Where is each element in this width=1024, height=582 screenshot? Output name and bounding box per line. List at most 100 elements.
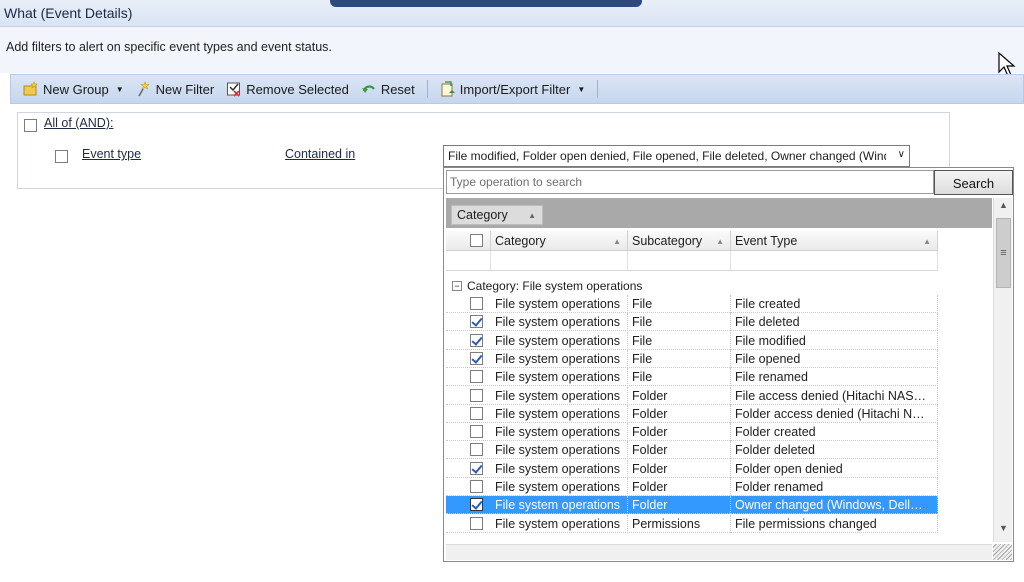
sort-ascending-icon: ▲ — [528, 211, 536, 220]
cell-category: File system operations — [491, 496, 628, 515]
row-checkbox-wrap — [470, 425, 483, 441]
row-checkbox[interactable] — [470, 388, 483, 402]
row-checkbox[interactable] — [470, 461, 483, 475]
cell-subcategory: Folder — [628, 423, 731, 442]
table-row[interactable]: File system operations Folder Folder acces… — [446, 404, 938, 423]
cell-subcategory: Permissions — [628, 514, 731, 533]
cell-event-type: File modified — [731, 331, 938, 350]
row-checkbox[interactable] — [470, 297, 483, 310]
column-header-event-type[interactable]: Event Type ▲ — [731, 231, 938, 251]
cell-event-type: Owner changed (Windows, Dell… — [731, 496, 938, 515]
new-group-dropdown-icon[interactable]: ▼ — [116, 85, 124, 94]
row-checkbox[interactable] — [470, 480, 483, 493]
remove-selected-button[interactable]: Remove Selected — [220, 78, 355, 100]
table-row[interactable]: File system operations Folder Folder renam… — [446, 478, 938, 496]
cell-event-type: Folder access denied (Hitachi N… — [731, 404, 938, 423]
table-row[interactable]: File system operations File File created — [446, 295, 938, 313]
filter-cell-event-type[interactable] — [731, 251, 938, 271]
grid-header-row: Category ▲ Subcategory ▲ Event Type ▲ — [446, 231, 938, 251]
row-checkbox[interactable] — [470, 351, 483, 365]
cell-category: File system operations — [491, 295, 628, 313]
remove-selected-label: Remove Selected — [246, 81, 349, 97]
row-checkbox[interactable] — [470, 425, 483, 439]
row-checkbox[interactable] — [470, 333, 483, 347]
resize-grip-icon[interactable] — [993, 544, 1012, 560]
header-select-all-cell — [446, 231, 491, 251]
reset-button[interactable]: Reset — [355, 78, 421, 100]
row-checkbox[interactable] — [470, 315, 483, 329]
reset-label: Reset — [380, 81, 415, 97]
import-export-label: Import/Export Filter — [459, 81, 571, 97]
vertical-scrollbar[interactable]: ▲ ≡ ▼ — [993, 198, 1012, 542]
category-group-row[interactable]: − Category: File system operations — [446, 277, 938, 295]
row-checkbox[interactable] — [470, 406, 483, 420]
table-row[interactable]: File system operations File File modified — [446, 331, 938, 350]
import-export-filter-button[interactable]: Import/Export Filter ▼ — [434, 78, 591, 100]
cell-category: File system operations — [491, 368, 628, 387]
event-type-field-link[interactable]: Event type — [82, 147, 141, 161]
group-by-chip-label: Category — [457, 208, 508, 222]
horizontal-scrollbar[interactable] — [446, 544, 992, 560]
search-button[interactable]: Search — [934, 170, 1013, 195]
cell-subcategory: File — [628, 368, 731, 387]
event-type-checkbox[interactable] — [55, 150, 68, 163]
category-group-label: Category: File system operations — [467, 279, 643, 293]
table-row[interactable]: File system operations Folder File access … — [446, 386, 938, 405]
table-row[interactable]: File system operations Folder Folder open … — [446, 459, 938, 478]
select-all-checkbox[interactable] — [470, 234, 483, 247]
table-row[interactable]: File system operations Folder Folder creat… — [446, 423, 938, 442]
top-window-strip — [330, 0, 642, 7]
reset-arrow-icon — [361, 81, 377, 97]
grid-filter-row[interactable] — [446, 251, 938, 271]
table-row[interactable]: File system operations Folder Owner change… — [446, 496, 938, 515]
event-details-window: What (Event Details) Add filters to aler… — [0, 0, 1024, 582]
cell-event-type: File access denied (Hitachi NAS… — [731, 386, 938, 405]
table-row[interactable]: File system operations Permissions File pe… — [446, 514, 938, 533]
row-checkbox-wrap — [470, 516, 483, 533]
event-type-dropdown-popup: Type operation to search Search Category… — [443, 167, 1014, 562]
description-text: Add filters to alert on specific event t… — [6, 40, 332, 54]
scroll-thumb[interactable]: ≡ — [996, 218, 1011, 288]
column-header-event-type-label: Event Type — [735, 234, 798, 248]
event-type-value-combo[interactable]: File modified, Folder open denied, File … — [443, 145, 910, 167]
cell-subcategory: File — [628, 331, 731, 350]
column-header-subcategory[interactable]: Subcategory ▲ — [628, 231, 731, 251]
new-group-label: New Group — [43, 81, 109, 97]
table-row[interactable]: File system operations File File renamed — [446, 368, 938, 387]
contained-in-operator-link[interactable]: Contained in — [285, 147, 355, 161]
row-checkbox[interactable] — [470, 516, 483, 530]
all-of-and-checkbox[interactable] — [24, 119, 37, 132]
cell-subcategory: Folder — [628, 441, 731, 460]
event-type-value-text: File modified, Folder open denied, File … — [448, 149, 886, 163]
event-type-grid: Category ▲ Category ▲ Subcategory ▲ Even… — [446, 198, 992, 558]
filter-cell-category[interactable] — [491, 251, 628, 271]
scroll-down-icon[interactable]: ▼ — [994, 523, 1013, 540]
column-header-category[interactable]: Category ▲ — [491, 231, 628, 251]
operation-search-input[interactable]: Type operation to search — [446, 170, 934, 194]
combo-chevron-down-icon[interactable]: ∨ — [898, 149, 905, 160]
new-group-button[interactable]: New Group ▼ — [17, 78, 130, 100]
cell-event-type: File opened — [731, 349, 938, 368]
all-of-and-group-link[interactable]: All of (AND): — [44, 116, 113, 130]
row-checkbox[interactable] — [470, 443, 483, 457]
filter-cell-subcategory[interactable] — [628, 251, 731, 271]
row-checkbox[interactable] — [470, 370, 483, 384]
row-checkbox-wrap — [470, 388, 483, 405]
import-export-dropdown-icon[interactable]: ▼ — [577, 85, 585, 94]
subcategory-sort-icon: ▲ — [716, 237, 724, 246]
table-row[interactable]: File system operations File File deleted — [446, 313, 938, 332]
scroll-up-icon[interactable]: ▲ — [994, 200, 1013, 217]
group-by-category-chip[interactable]: Category ▲ — [451, 205, 543, 225]
row-checkbox[interactable] — [470, 498, 483, 512]
cell-subcategory: File — [628, 295, 731, 313]
table-row[interactable]: File system operations File File opened — [446, 349, 938, 368]
category-sort-icon: ▲ — [613, 237, 621, 246]
row-checkbox-wrap — [470, 461, 483, 478]
new-filter-button[interactable]: New Filter — [130, 78, 221, 100]
collapse-group-icon[interactable]: − — [452, 281, 462, 291]
description-bar: Add filters to alert on specific event t… — [0, 27, 1024, 73]
cell-subcategory: Folder — [628, 459, 731, 478]
cell-subcategory: Folder — [628, 404, 731, 423]
cell-category: File system operations — [491, 386, 628, 405]
table-row[interactable]: File system operations Folder Folder delet… — [446, 441, 938, 460]
